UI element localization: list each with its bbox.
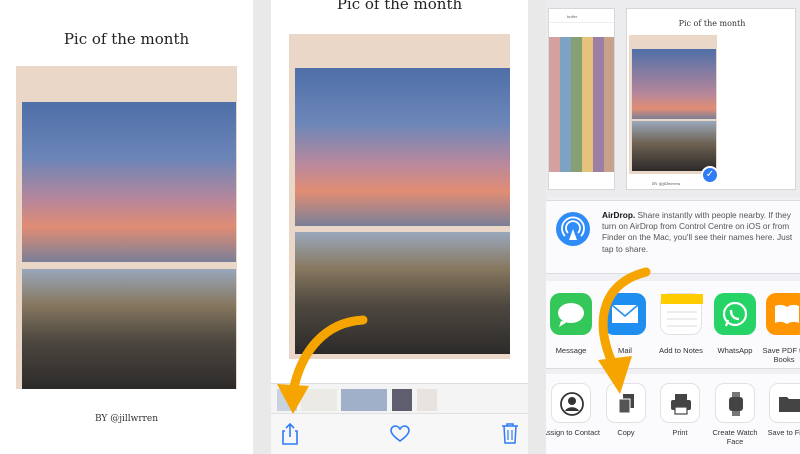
action-print[interactable]: Print (650, 383, 710, 437)
sky-photo (632, 49, 716, 119)
byline: BY @jillwrren (94, 414, 159, 424)
page-title: Pic of the month (63, 30, 190, 48)
action-label: Print (672, 428, 688, 437)
page-preview: Pic of the month BY @jillwrren (626, 8, 796, 190)
checkmark-icon[interactable]: ✓ (701, 166, 719, 184)
preview-title: Pic of the month (678, 19, 746, 28)
books-icon (766, 293, 800, 335)
thumbnail[interactable] (417, 389, 437, 411)
trash-icon[interactable] (501, 422, 519, 444)
watch-icon (715, 383, 755, 423)
photo-grid (549, 37, 614, 172)
action-label: Save to Files (767, 428, 800, 437)
folder-icon (769, 383, 800, 423)
notes-icon (660, 293, 703, 335)
page-title: Pic of the month (336, 0, 463, 13)
heart-icon[interactable] (390, 425, 410, 443)
airdrop-text: AirDrop. Share instantly with people nea… (602, 210, 796, 255)
action-save-to-files[interactable]: Save to Files (759, 383, 800, 437)
sky-photo (22, 102, 236, 262)
app-notes[interactable]: Add to Notes (654, 293, 708, 355)
whatsapp-icon (714, 293, 756, 335)
arrow-icon (277, 315, 368, 414)
app-label: Save PDF to Books (762, 346, 800, 364)
photo-viewer-panel: Pic of the month (271, 0, 528, 454)
share-sheet-panel: buffer Pic of the month BY @jillwrren ✓ (546, 0, 800, 454)
app-preview-label: buffer (549, 9, 614, 23)
action-create-watch-face[interactable]: Create Watch Face (705, 383, 765, 446)
action-label: Create Watch Face (712, 428, 758, 446)
app-preview: buffer (548, 8, 615, 190)
app-label: WhatsApp (717, 346, 753, 355)
tutorial-composite: Pic of the month BY @jillwrren Pic of th… (0, 0, 800, 454)
arrow-icon (598, 267, 651, 394)
airdrop-icon (556, 212, 590, 246)
share-preview: buffer Pic of the month BY @jillwrren ✓ (546, 0, 800, 197)
app-books[interactable]: Save PDF to Books (762, 293, 800, 364)
thumbnail[interactable] (392, 389, 412, 411)
app-whatsapp[interactable]: WhatsApp (708, 293, 762, 355)
preview-byline: BY @jillwrren (652, 181, 681, 186)
pdf-page-panel: Pic of the month BY @jillwrren (0, 0, 253, 454)
action-label: Assign to Contact (546, 428, 600, 437)
airdrop-title: AirDrop. (602, 210, 636, 220)
share-icon[interactable] (280, 422, 300, 446)
group-photo (22, 269, 236, 389)
app-label: Add to Notes (659, 346, 703, 355)
printer-icon (660, 383, 700, 423)
action-label: Copy (617, 428, 635, 437)
group-photo (632, 121, 716, 171)
sky-photo (295, 68, 510, 226)
